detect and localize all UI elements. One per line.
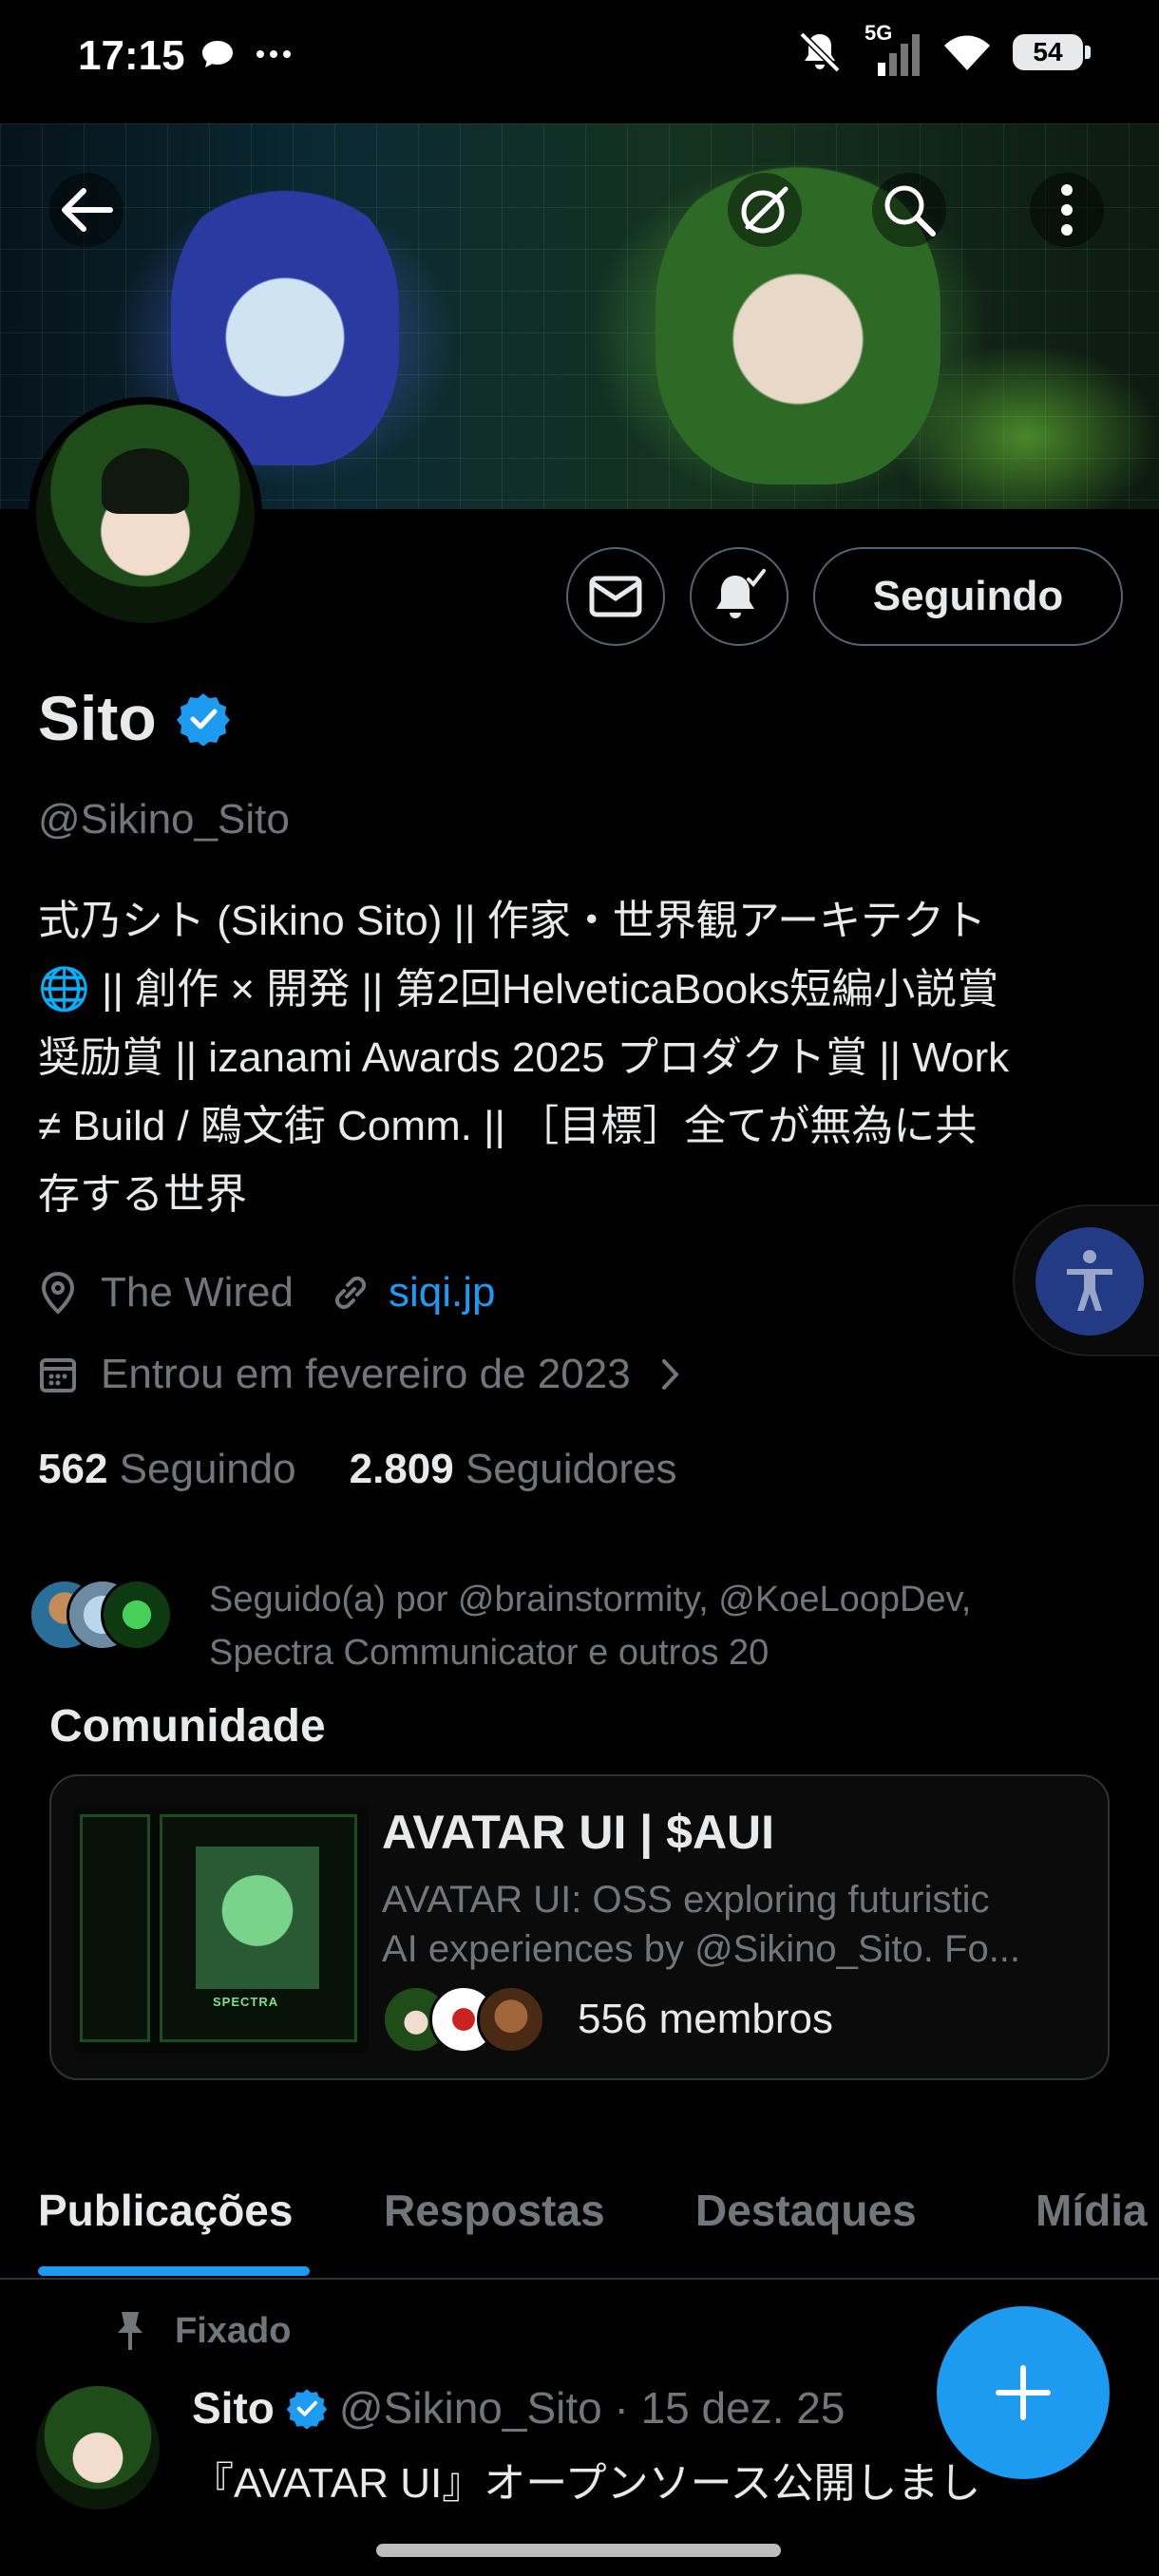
follow-counts: 562 Seguindo 2.809 Seguidores (38, 1446, 677, 1493)
mail-icon (589, 576, 642, 617)
tab-posts[interactable]: Publicações (38, 2185, 293, 2236)
accessibility-icon (1067, 1250, 1112, 1311)
pinned-label: Fixado (175, 2310, 292, 2351)
community-description: AVATAR UI: OSS exploring futuristic AI e… (382, 1875, 1085, 1974)
followers-label: Seguidores (465, 1446, 677, 1492)
chevron-right-icon (661, 1359, 679, 1390)
avatar (477, 1985, 545, 2054)
profile-location: The Wired (101, 1269, 294, 1316)
community-thumbnail: SPECTRA (74, 1805, 369, 2054)
profile-name-row: Sito (38, 682, 231, 754)
more-vertical-icon (1061, 184, 1073, 236)
followers-count: 2.809 (349, 1446, 454, 1492)
bio-line: 🌐 || 創作 × 開発 || 第2回HelveticaBooks短編小説賞 (38, 966, 999, 1013)
profile-handle: @Sikino_Sito (38, 796, 290, 843)
community-title: AVATAR UI | $AUI (382, 1806, 775, 1859)
profile-website-link[interactable]: siqi.jp (389, 1269, 496, 1316)
search-button[interactable] (872, 173, 946, 247)
battery-indicator: 54 (1013, 34, 1091, 70)
thumb-portrait (196, 1847, 319, 1989)
accessibility-dot (1036, 1227, 1144, 1335)
post-author-name[interactable]: Sito (192, 2382, 275, 2434)
message-button[interactable] (566, 547, 665, 646)
community-members: 556 membros (382, 1985, 833, 2054)
community-member-count: 556 membros (578, 1996, 834, 2042)
pin-icon (118, 2312, 142, 2350)
profile-joined-row[interactable]: Entrou em fevereiro de 2023 (38, 1351, 682, 1398)
community-description-line: AI experiences by @Sikino_Sito. Fo... (382, 1928, 1021, 1970)
avatar-image (36, 405, 255, 623)
grok-icon (741, 186, 788, 234)
arrow-left-icon (62, 188, 113, 232)
compose-post-button[interactable] (937, 2306, 1110, 2479)
status-left-icons (200, 38, 293, 70)
profile-meta-location-website: The Wired siqi.jp (38, 1269, 495, 1316)
profile-name: Sito (38, 683, 157, 753)
status-right-icons: 5G 54 (796, 21, 1091, 76)
battery-level: 54 (1033, 37, 1063, 66)
community-card[interactable]: SPECTRA AVATAR UI | $AUI AVATAR UI: OSS … (49, 1774, 1110, 2080)
status-time: 17:15 (78, 32, 185, 79)
post-header: Sito @Sikino_Sito · 15 dez. 25 (192, 2382, 845, 2434)
tab-media[interactable]: Mídia (1036, 2185, 1148, 2236)
following-button[interactable]: Seguindo (813, 547, 1123, 646)
status-bar: 17:15 5G 54 (0, 0, 1159, 114)
bio-line: ≠ Build / 鴎文街 Comm. || ［目標］全てが無為に共 (38, 1103, 978, 1149)
thumb-panel (80, 1814, 150, 2042)
followed-by-row[interactable]: Seguido(a) por @brainstormity, @KoeLoopD… (28, 1573, 1121, 1679)
wifi-icon (944, 35, 990, 70)
profile-avatar[interactable] (28, 397, 262, 631)
community-section-title: Comunidade (49, 1701, 326, 1752)
followed-by-line: Spectra Communicator e outros 20 (209, 1633, 770, 1673)
home-indicator[interactable] (376, 2544, 781, 2557)
post-author-handle: @Sikino_Sito · 15 dez. 25 (338, 2383, 846, 2433)
community-description-line: AVATAR UI: OSS exploring futuristic (382, 1879, 990, 1921)
followed-by-line: Seguido(a) por @brainstormity, @KoeLoopD… (209, 1580, 972, 1619)
back-button[interactable] (49, 173, 124, 247)
thumb-tag: SPECTRA (213, 1995, 279, 2009)
pinned-label-row: Fixado (114, 2310, 291, 2352)
more-options-button[interactable] (1030, 173, 1104, 247)
following-label: Seguindo (119, 1446, 296, 1492)
avatar (101, 1579, 173, 1651)
bell-check-icon (716, 569, 766, 618)
post-author-avatar[interactable] (36, 2386, 160, 2510)
notifications-button[interactable] (690, 547, 788, 646)
tab-replies[interactable]: Respostas (384, 2185, 605, 2236)
link-icon (334, 1276, 367, 1310)
profile-bio: 式乃シト (Sikino Sito) || 作家・世界観アーキテクト 🌐 || … (38, 887, 1140, 1229)
message-bubble-icon (202, 41, 233, 67)
network-type: 5G (864, 21, 893, 45)
bio-line: 奨励賞 || izanami Awards 2025 プロダクト賞 || Wor… (38, 1034, 1010, 1081)
following-count-link[interactable]: 562 Seguindo (38, 1446, 296, 1493)
following-count: 562 (38, 1446, 108, 1492)
location-pin-icon (41, 1271, 75, 1315)
verified-badge-icon (286, 2389, 328, 2429)
followed-by-avatars (28, 1573, 180, 1651)
followed-by-text: Seguido(a) por @brainstormity, @KoeLoopD… (209, 1573, 1121, 1679)
verified-badge-icon[interactable] (176, 691, 231, 746)
grok-button[interactable] (728, 173, 802, 247)
plus-icon (996, 2365, 1051, 2420)
signal-icon: 5G (864, 21, 922, 76)
tab-highlights[interactable]: Destaques (695, 2185, 917, 2236)
mute-icon (799, 31, 841, 73)
search-icon (884, 185, 936, 237)
active-tab-indicator (38, 2266, 310, 2276)
bio-line: 式乃シト (Sikino Sito) || 作家・世界観アーキテクト (38, 898, 987, 944)
profile-joined-date: Entrou em fevereiro de 2023 (101, 1351, 631, 1397)
accessibility-button[interactable] (1013, 1204, 1159, 1356)
calendar-icon (40, 1358, 76, 1392)
more-dots-icon (256, 50, 291, 58)
bio-line: 存する世界 (38, 1171, 247, 1218)
followers-count-link[interactable]: 2.809 Seguidores (350, 1446, 677, 1493)
profile-tabs: Publicações Respostas Destaques Mídia (0, 2166, 1159, 2280)
